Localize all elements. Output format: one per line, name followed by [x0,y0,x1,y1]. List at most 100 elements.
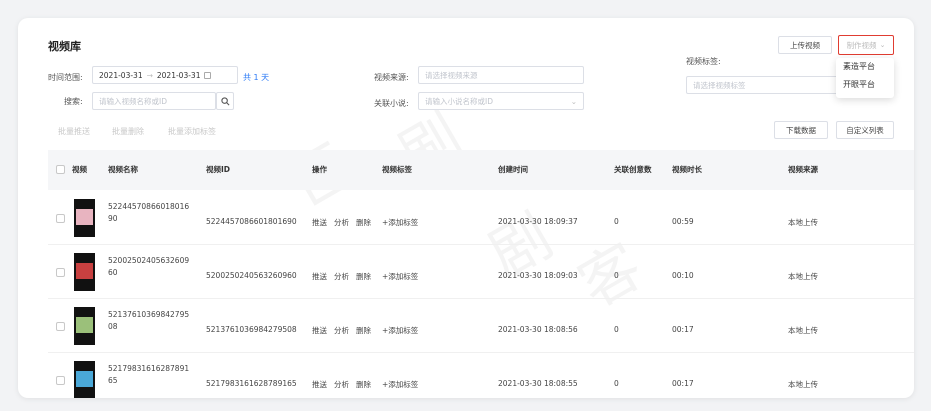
created-time: 2021-03-30 18:09:03 [498,271,578,280]
video-source: 本地上传 [788,380,818,389]
creative-count: 0 [614,217,619,226]
video-source: 本地上传 [788,326,818,335]
column-header-created-time: 创建时间 [498,165,528,174]
delete-link[interactable]: 删除 [356,271,371,282]
batch-add-tags-button[interactable]: 批量添加标签 [168,126,216,137]
add-tag-link[interactable]: +添加标签 [382,217,418,228]
date-end: 2021-03-31 [156,70,201,80]
delete-link[interactable]: 删除 [356,379,371,390]
table-row: 52244570866018016 90 5224457086601801690… [48,191,914,245]
column-header-source: 视频来源 [788,165,818,174]
search-label: 搜索: [64,97,83,106]
created-time: 2021-03-30 18:09:37 [498,217,578,226]
date-range-picker[interactable]: 2021-03-31 → 2021-03-31 [92,66,238,84]
batch-push-button[interactable]: 批量推送 [58,126,90,137]
make-video-dropdown[interactable]: 制作视频 ⌄ [838,35,894,55]
video-thumbnail[interactable] [74,253,95,291]
row-checkbox[interactable] [56,268,65,277]
select-all-checkbox[interactable] [56,165,65,174]
analyze-link[interactable]: 分析 [334,379,349,390]
video-name-line1: 52244570866018016 [108,202,190,211]
chevron-down-icon: ⌄ [570,96,577,106]
date-separator: → [146,70,153,80]
page-title: 视频库 [48,40,81,53]
time-range-label: 时间范围: [48,73,83,82]
push-link[interactable]: 推送 [312,379,327,390]
video-source: 本地上传 [788,272,818,281]
search-button[interactable] [216,92,234,110]
make-video-menu: 素造平台 开眼平台 [836,58,894,98]
push-link[interactable]: 推送 [312,271,327,282]
video-thumbnail[interactable] [74,307,95,345]
menu-item-kaiyan-platform[interactable]: 开眼平台 [836,76,894,94]
video-name-line2: 65 [108,376,118,385]
video-duration: 00:10 [672,271,694,280]
search-input[interactable]: 请输入视频名称或ID [92,92,216,110]
video-name-line2: 90 [108,214,118,223]
column-header-creative-count: 关联创意数 [614,165,652,174]
video-thumbnail[interactable] [74,361,95,398]
video-source-label: 视频来源: [374,73,409,82]
column-header-actions: 操作 [312,165,327,174]
thumbnail-image [76,317,93,333]
chevron-down-icon: ⌄ [879,41,886,49]
analyze-link[interactable]: 分析 [334,271,349,282]
thumbnail-image [76,371,93,387]
column-header-video: 视频 [72,165,87,174]
batch-delete-button[interactable]: 批量删除 [112,126,144,137]
add-tag-link[interactable]: +添加标签 [382,379,418,390]
video-source-select[interactable]: 请选择视频来源 [418,66,584,84]
add-tag-link[interactable]: +添加标签 [382,325,418,336]
video-library-card: 巨 刷 剧 客 视频库 时间范围: 2021-03-31 → 2021-03-3… [18,18,914,398]
video-id: 5217983161628789165 [206,379,297,388]
column-header-video-id: 视频ID [206,165,231,174]
date-start: 2021-03-31 [99,70,143,80]
video-thumbnail[interactable] [74,199,95,237]
table-row: 52179831616287891 65 5217983161628789165… [48,353,914,398]
video-id: 5213761036984279508 [206,325,297,334]
column-header-video-tags: 视频标签 [382,165,412,174]
analyze-link[interactable]: 分析 [334,217,349,228]
thumbnail-image [76,263,93,279]
related-novel-label: 关联小说: [374,99,409,108]
row-checkbox[interactable] [56,376,65,385]
add-tag-link[interactable]: +添加标签 [382,271,418,282]
upload-video-button[interactable]: 上传视频 [778,36,832,54]
creative-count: 0 [614,325,619,334]
row-checkbox[interactable] [56,322,65,331]
video-name-line1: 52179831616287891 [108,364,190,373]
video-duration: 00:17 [672,325,694,334]
download-data-button[interactable]: 下载数据 [774,121,828,139]
video-name-line2: 60 [108,268,118,277]
video-id: 5224457086601801690 [206,217,297,226]
column-header-duration: 视频时长 [672,165,702,174]
video-name-line2: 08 [108,322,118,331]
creative-count: 0 [614,271,619,280]
delete-link[interactable]: 删除 [356,325,371,336]
search-icon [220,96,229,105]
video-tags-label: 视频标签: [686,57,721,66]
thumbnail-image [76,209,93,225]
delete-link[interactable]: 删除 [356,217,371,228]
custom-columns-button[interactable]: 自定义列表 [836,121,894,139]
calendar-icon [204,71,212,79]
related-novel-select[interactable]: 请输入小说名称或ID ⌄ [418,92,584,110]
video-duration: 00:17 [672,379,694,388]
video-tags-select[interactable]: 请选择视频标签 [686,76,846,94]
push-link[interactable]: 推送 [312,217,327,228]
video-id: 5200250240563260960 [206,271,297,280]
created-time: 2021-03-30 18:08:56 [498,325,578,334]
column-header-video-name: 视频名称 [108,165,138,174]
created-time: 2021-03-30 18:08:55 [498,379,578,388]
menu-item-suzao-platform[interactable]: 素造平台 [836,58,894,76]
row-checkbox[interactable] [56,214,65,223]
analyze-link[interactable]: 分析 [334,325,349,336]
table-row: 52002502405632609 60 5200250240563260960… [48,245,914,299]
total-days-count: 共 1 天 [243,73,270,82]
video-name-line1: 52002502405632609 [108,256,190,265]
related-novel-placeholder: 请输入小说名称或ID [425,96,493,106]
video-source: 本地上传 [788,218,818,227]
make-video-label: 制作视频 [846,40,877,50]
table-header: 视频 视频名称 视频ID 操作 视频标签 创建时间 关联创意数 视频时长 视频来… [48,150,914,190]
push-link[interactable]: 推送 [312,325,327,336]
